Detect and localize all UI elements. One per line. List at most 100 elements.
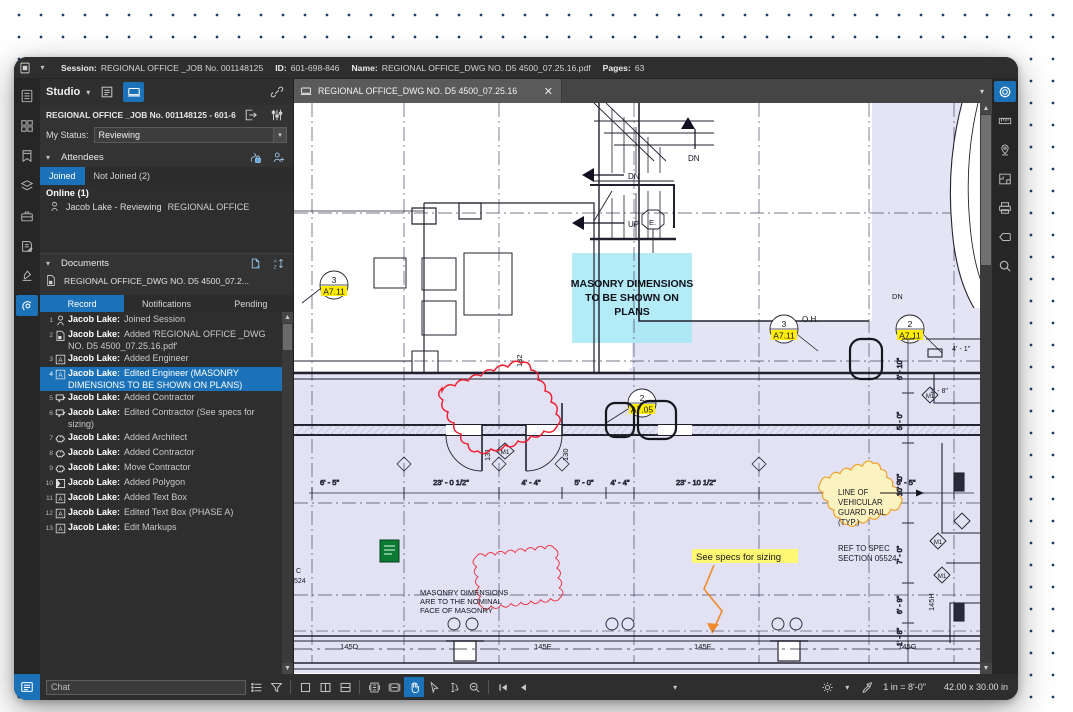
textbox-icon: A (53, 491, 68, 504)
tool-location-button[interactable] (994, 139, 1016, 160)
record-row[interactable]: 4 A Jacob Lake: Edited Engineer (MASONRY DI… (40, 367, 282, 392)
tab-joined[interactable]: Joined (40, 167, 85, 185)
chevron-down-icon[interactable]: ▾ (980, 87, 984, 96)
unlink-icon[interactable] (266, 82, 287, 102)
sidebar-item-markups[interactable] (16, 235, 38, 256)
attendees-section-header[interactable]: ▾ Attendees (40, 148, 293, 167)
record-row-text: Jacob Lake: Added 'REGIONAL OFFICE _DWG N… (68, 328, 279, 352)
chevron-down-icon[interactable]: ▾ (273, 128, 286, 142)
brightness-icon[interactable] (817, 677, 837, 697)
session-settings-button[interactable] (266, 105, 287, 125)
sidebar-item-studio[interactable] (16, 295, 38, 316)
attendees-list: Online (1) Jacob Lake - Reviewing REGION… (40, 185, 293, 253)
record-row[interactable]: 8 Jacob Lake: Added Contractor (40, 446, 282, 461)
record-user: Jacob Lake: (68, 407, 121, 418)
studio-sessions-button[interactable] (123, 82, 145, 102)
leave-session-button[interactable] (241, 105, 262, 125)
scroll-thumb[interactable] (283, 324, 292, 350)
tab-not-joined[interactable]: Not Joined (2) (85, 167, 160, 185)
record-scrollbar[interactable]: ▲ ▼ (282, 312, 293, 674)
record-row[interactable]: 3 A Jacob Lake: Added Engineer (40, 352, 282, 367)
record-row[interactable]: 9 Jacob Lake: Move Contractor (40, 461, 282, 476)
chevron-down-icon[interactable]: ▾ (46, 153, 55, 162)
record-row[interactable]: 10 Jacob Lake: Added Polygon (40, 476, 282, 491)
tool-compare-button[interactable] (994, 168, 1016, 189)
cloud-icon (53, 431, 68, 444)
my-status-select[interactable]: Reviewing ▾ (93, 127, 287, 143)
first-page-icon[interactable] (493, 677, 513, 697)
tool-measure-button[interactable] (994, 110, 1016, 131)
add-person-icon[interactable] (270, 150, 287, 166)
add-document-icon[interactable] (247, 255, 264, 271)
fit-width-icon[interactable] (384, 677, 404, 697)
record-row[interactable]: 13 A Jacob Lake: Edit Markups (40, 521, 282, 536)
record-row[interactable]: 1 Jacob Lake: Joined Session (40, 313, 282, 328)
sort-az-icon[interactable]: A Z (270, 255, 287, 271)
close-icon[interactable]: ✕ (542, 85, 555, 98)
studio-projects-button[interactable] (96, 82, 117, 102)
record-row[interactable]: 5 Jacob Lake: Added Contractor (40, 391, 282, 406)
session-label: Session: (61, 62, 97, 73)
sidebar-item-thumbnails[interactable] (16, 85, 38, 106)
sidebar-item-stamps[interactable] (16, 265, 38, 286)
scroll-up-icon[interactable]: ▲ (980, 103, 992, 114)
tool-search-button[interactable] (994, 255, 1016, 276)
filter-icon[interactable] (266, 677, 286, 697)
record-row[interactable]: 12 A Jacob Lake: Edited Text Box (PHASE A) (40, 506, 282, 521)
tab-notifications[interactable]: Notifications (124, 295, 208, 312)
app-menu-caret-icon[interactable]: ▾ (36, 63, 49, 72)
bottom-overflow-caret-icon[interactable]: ▾ (665, 677, 685, 697)
dim-v-5: 6' - 9" (895, 595, 904, 614)
document-tab[interactable]: REGIONAL OFFICE_DWG NO. D5 4500_07.25.16… (294, 79, 562, 103)
split-horizontal-icon[interactable] (335, 677, 355, 697)
scroll-track[interactable] (980, 266, 992, 663)
chevron-down-icon[interactable]: ▾ (46, 259, 55, 268)
eyedropper-icon[interactable] (857, 677, 877, 697)
attendee-row[interactable]: Jacob Lake - Reviewing REGIONAL OFFICE (46, 201, 287, 212)
pdf-file-icon (46, 274, 58, 288)
scroll-down-icon[interactable]: ▼ (282, 663, 293, 674)
document-list-item[interactable]: REGIONAL OFFICE_DWG NO. D5 4500_07.2... (46, 274, 287, 288)
svg-text:A: A (58, 357, 63, 364)
hand-icon[interactable] (404, 677, 424, 697)
cursor-icon[interactable] (424, 677, 444, 697)
app-document-icon[interactable] (14, 57, 36, 79)
magnifier-icon[interactable] (464, 677, 484, 697)
sidebar-item-panels[interactable] (16, 115, 38, 136)
dim-h-1: 6' - 5" (320, 478, 339, 487)
lock-person-icon[interactable] (247, 150, 264, 166)
chevron-down-icon[interactable]: ▾ (86, 88, 90, 97)
chat-icon[interactable] (14, 674, 40, 700)
sidebar-item-toolchest[interactable] (16, 205, 38, 226)
tool-tag-button[interactable] (994, 226, 1016, 247)
record-row[interactable]: 6 Jacob Lake: Edited Contractor (See specs… (40, 406, 282, 430)
single-page-icon[interactable] (295, 677, 315, 697)
record-row-text: Jacob Lake: Added Contractor (68, 446, 279, 459)
record-row[interactable]: 11 A Jacob Lake: Added Text Box (40, 491, 282, 506)
tab-pending[interactable]: Pending (209, 295, 293, 312)
tool-print-button[interactable] (994, 197, 1016, 218)
previous-page-icon[interactable] (513, 677, 533, 697)
fit-page-icon[interactable] (364, 677, 384, 697)
svg-text:A: A (274, 258, 278, 264)
scroll-track[interactable] (282, 350, 293, 663)
tab-record[interactable]: Record (40, 295, 125, 312)
text-select-icon[interactable] (444, 677, 464, 697)
chat-input[interactable]: Chat (46, 679, 246, 695)
tab-overflow[interactable]: ▾ (562, 79, 992, 103)
split-vertical-icon[interactable] (315, 677, 335, 697)
documents-section-header[interactable]: ▾ Documents A Z (40, 253, 293, 272)
sidebar-item-layers[interactable] (16, 175, 38, 196)
record-row[interactable]: 7 Jacob Lake: Added Architect (40, 431, 282, 446)
pdf-canvas[interactable]: DN DN UP E. MASONRY DIMENSIONS TO BE SHO… (294, 103, 980, 674)
record-row[interactable]: 2 Jacob Lake: Added 'REGIONAL OFFICE _DWG … (40, 328, 282, 352)
brightness-caret-icon[interactable]: ▾ (837, 677, 857, 697)
tool-properties-button[interactable] (994, 81, 1016, 102)
list-view-icon[interactable] (246, 677, 266, 697)
sidebar-item-bookmarks[interactable] (16, 145, 38, 166)
scroll-up-icon[interactable]: ▲ (282, 312, 293, 323)
scroll-thumb[interactable] (981, 115, 991, 265)
textbox-icon: A (53, 521, 68, 534)
canvas-vertical-scrollbar[interactable]: ▲ ▼ (980, 103, 992, 674)
scroll-down-icon[interactable]: ▼ (980, 663, 992, 674)
